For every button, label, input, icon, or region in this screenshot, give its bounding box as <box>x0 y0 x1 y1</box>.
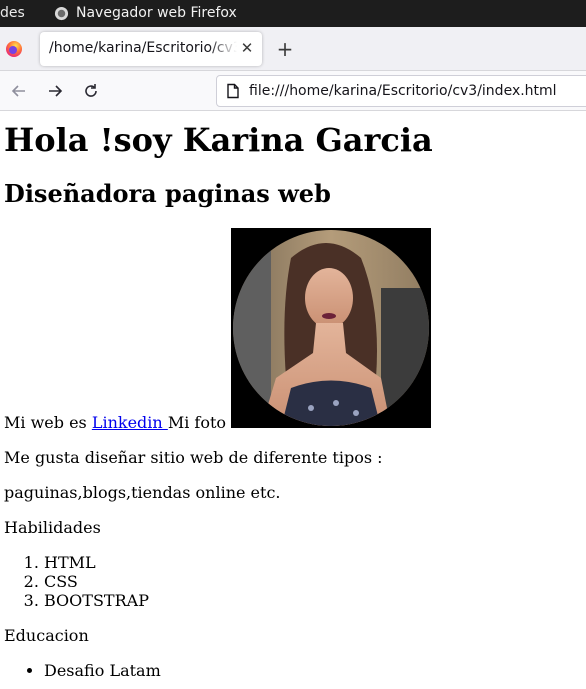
arrow-left-icon <box>11 85 25 97</box>
list-item: HTML <box>44 553 586 572</box>
list-item: BOOTSTRAP <box>44 591 586 610</box>
firefox-app-icon <box>54 6 69 20</box>
photo-label: Mi foto <box>167 413 232 432</box>
activities-label[interactable]: des <box>0 5 25 21</box>
tab-active[interactable]: /home/karina/Escritorio/cv3/index.html ✕ <box>40 32 262 66</box>
education-list: Desafio Latam <box>4 661 586 680</box>
paragraph-line2: paguinas,blogs,tiendas online etc. <box>4 483 281 502</box>
profile-photo <box>231 228 432 428</box>
list-item: CSS <box>44 572 586 591</box>
url-text: file:///home/karina/Escritorio/cv3/index… <box>249 83 557 99</box>
intro-prefix: Mi web es <box>4 413 92 432</box>
skills-title: Habilidades <box>4 518 101 537</box>
arrow-right-icon <box>49 85 63 97</box>
reload-button[interactable] <box>80 80 102 102</box>
skills-list: HTML CSS BOOTSTRAP <box>4 553 586 610</box>
page-content: Hola !soy Karina Garcia Diseñadora pagin… <box>0 112 586 689</box>
firefox-view-button[interactable] <box>2 37 26 61</box>
intro-line: Mi web es Linkedin Mi foto <box>4 228 586 432</box>
page-icon <box>227 83 239 99</box>
os-top-bar: des Navegador web Firefox <box>0 0 586 27</box>
education-title: Educacion <box>4 626 89 645</box>
reload-icon <box>85 84 97 97</box>
url-bar[interactable]: file:///home/karina/Escritorio/cv3/index… <box>216 75 586 107</box>
tab-strip: /home/karina/Escritorio/cv3/index.html ✕… <box>0 27 586 71</box>
tab-title: /home/karina/Escritorio/cv3/index.html <box>49 40 237 56</box>
page-heading: Hola !soy Karina Garcia <box>4 121 433 159</box>
app-menu[interactable]: Navegador web Firefox <box>54 5 237 21</box>
page-subheading: Diseñadora paginas web <box>4 179 331 208</box>
list-item: Desafio Latam <box>44 661 586 680</box>
plus-icon[interactable]: + <box>273 37 297 61</box>
profile-photo-image <box>233 230 430 426</box>
firefox-logo-icon <box>6 41 22 57</box>
linkedin-link[interactable]: Linkedin <box>92 413 168 432</box>
close-icon[interactable]: ✕ <box>238 39 256 57</box>
back-button[interactable] <box>8 80 30 102</box>
forward-button[interactable] <box>44 80 66 102</box>
paragraph-line1: Me gusta diseñar sitio web de diferente … <box>4 448 383 467</box>
app-name: Navegador web Firefox <box>76 5 237 21</box>
navigation-bar: file:///home/karina/Escritorio/cv3/index… <box>0 71 586 111</box>
